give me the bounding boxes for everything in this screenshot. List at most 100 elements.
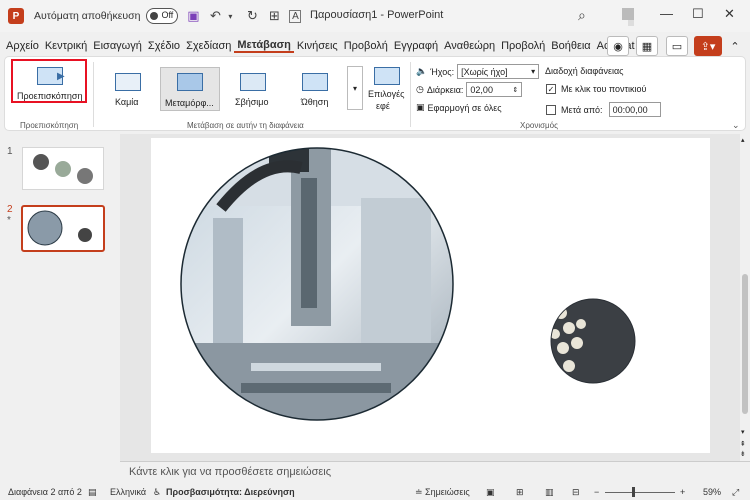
tab-file[interactable]: Αρχείο [3, 40, 42, 52]
gallery-more-button[interactable]: ▾ [347, 66, 363, 110]
tab-record[interactable]: Εγγραφή [391, 40, 441, 52]
record-icon[interactable]: ◉ [607, 36, 629, 56]
transition-morph-label: Μεταμόρφ... [165, 98, 214, 108]
tab-transitions[interactable]: Μετάβαση [234, 39, 294, 53]
duration-row: ◷ Διάρκεια: 02,00 ⇕ [416, 82, 523, 97]
tab-slideshow[interactable]: Προβολή [341, 40, 391, 52]
transition-fade-icon [240, 73, 266, 91]
account-avatar[interactable] [622, 8, 634, 20]
undo-icon[interactable]: ↶ [208, 8, 222, 24]
notes-pane[interactable]: Κάντε κλικ για να προσθέσετε σημειώσεις [120, 461, 750, 484]
apply-all-icon: ▣ [416, 102, 425, 112]
spellcheck-icon[interactable]: ▤ [88, 487, 97, 498]
after-label: Μετά από: [561, 104, 603, 115]
checkmark-icon: ✓ [546, 84, 556, 94]
tab-animations[interactable]: Κινήσεις [294, 40, 341, 52]
comments-icon[interactable]: ▭ [666, 36, 688, 56]
present-icon[interactable]: ⊞ [267, 8, 281, 24]
next-slide-icon[interactable]: ⇟ [740, 450, 746, 458]
minimize-button[interactable]: — [660, 6, 673, 21]
zoom-out-icon[interactable]: − [594, 487, 599, 497]
sound-icon: 🔈 [416, 66, 428, 76]
scroll-down-icon[interactable]: ▾ [741, 428, 745, 436]
accessibility-status[interactable]: Προσβασιμότητα: Διερεύνηση [166, 487, 295, 497]
scroll-up-icon[interactable]: ▴ [741, 136, 745, 144]
tab-help[interactable]: Βοήθεια [548, 40, 593, 52]
maximize-button[interactable]: ☐ [692, 6, 704, 22]
save-icon[interactable]: ▣ [186, 8, 200, 24]
group-label-timing: Χρονισμός [520, 121, 558, 130]
duration-input[interactable]: 02,00 ⇕ [466, 82, 523, 97]
after-checkbox-box [546, 104, 556, 115]
group-separator [410, 62, 411, 127]
zoom-level[interactable]: 59% [703, 487, 721, 497]
close-button[interactable]: ✕ [724, 6, 735, 22]
transition-fade-label: Σβήσιμο [235, 97, 269, 107]
fit-to-window-icon[interactable]: ⤢ [732, 487, 739, 498]
play-icon: ▶ [57, 71, 65, 82]
slide-thumbnail-1[interactable] [22, 147, 104, 190]
autosave-label: Αυτόματη αποθήκευση [34, 10, 141, 22]
apply-to-all-button[interactable]: ▣ Εφαρμογή σε όλες [416, 102, 502, 113]
slide-thumbnail-2[interactable] [21, 205, 105, 252]
zoom-slider[interactable] [605, 492, 675, 493]
chevron-down-icon: ▾ [531, 67, 536, 76]
transition-none-label: Καμία [115, 97, 139, 107]
zoom-in-icon[interactable]: + [680, 487, 685, 497]
sound-select[interactable]: [Χωρίς ήχο] ▾ [457, 64, 540, 79]
transition-push[interactable]: Ώθηση [285, 67, 345, 111]
notes-button[interactable]: Σημειώσεις [425, 487, 470, 497]
present-teams-icon[interactable]: ▦ [636, 36, 658, 56]
ribbon-collapse-icon[interactable]: ⌃ [726, 36, 744, 56]
slide-number-2: 2 [7, 204, 13, 215]
group-label-transitions: Μετάβαση σε αυτήν τη διαφάνεια [187, 121, 304, 130]
preview-button[interactable]: ▶ Προεπισκόπηση [11, 59, 87, 103]
normal-view-icon[interactable]: ▣ [486, 487, 495, 498]
tab-home[interactable]: Κεντρική [42, 40, 90, 52]
transition-push-icon [302, 73, 328, 91]
account-avatar-shadow [628, 20, 634, 26]
tab-draw[interactable]: Σχέδιο [145, 40, 183, 52]
tab-view[interactable]: Προβολή [498, 40, 548, 52]
transition-morph[interactable]: Μεταμόρφ... [160, 67, 220, 111]
undo-dropdown-icon[interactable]: ▾ [223, 12, 237, 21]
clock-icon: ◷ [416, 84, 424, 94]
autosave-toggle[interactable]: Off [146, 8, 179, 24]
tab-design[interactable]: Σχεδίαση [183, 40, 234, 52]
scrollbar-thumb[interactable] [742, 274, 748, 414]
slide-2-canvas[interactable] [151, 138, 710, 453]
advance-slide-title-text: Διαδοχή διαφάνειας [545, 66, 624, 76]
tab-review[interactable]: Αναθεώρη [441, 40, 498, 52]
spinner-icon[interactable]: ⇕ [513, 86, 519, 94]
transition-fade[interactable]: Σβήσιμο [223, 67, 283, 111]
slide-content [180, 147, 636, 421]
tab-insert[interactable]: Εισαγωγή [90, 40, 145, 52]
on-mouse-click-checkbox[interactable]: ✓ Με κλικ του ποντικιού [546, 84, 646, 94]
transition-none[interactable]: Καμία [98, 67, 158, 111]
accessibility-icon[interactable]: ♿ [153, 487, 161, 498]
slide-sorter-icon[interactable]: ⊞ [516, 487, 524, 498]
after-checkbox[interactable]: Μετά από: 00:00,00 [546, 102, 661, 117]
apply-all-label: Εφαρμογή σε όλες [427, 102, 502, 113]
notes-icon[interactable]: ≐ [415, 487, 423, 498]
sound-select-value: [Χωρίς ήχο] [461, 66, 508, 77]
share-button[interactable]: ⇪▾ [694, 36, 722, 56]
previous-slide-icon[interactable]: ⇞ [740, 440, 746, 448]
reading-view-icon[interactable]: ▥ [545, 487, 554, 498]
search-icon[interactable]: ⌕ [578, 7, 586, 24]
effect-options-label: Επιλογές [368, 89, 405, 99]
language-status[interactable]: Ελληνικά [110, 487, 146, 497]
redo-icon[interactable]: ↻ [245, 8, 259, 24]
transition-push-label: Ώθηση [301, 97, 329, 107]
slide-transition-star-icon: * [7, 215, 11, 226]
collapse-ribbon-icon[interactable]: ⌄ [732, 120, 740, 131]
effect-options-button[interactable]: Επιλογές εφέ [367, 65, 407, 121]
vertical-scrollbar[interactable]: ▴ ▾ ⇞ ⇟ [740, 134, 750, 461]
slide-thumbnail-pane: 1 2 * [0, 134, 118, 485]
zoom-slider-knob[interactable] [632, 487, 635, 497]
slideshow-icon[interactable]: ⊟ [572, 487, 580, 498]
after-time-input[interactable]: 00:00,00 [608, 102, 661, 117]
autosave-state: Off [161, 10, 174, 20]
group-label-preview: Προεπισκόπηση [20, 121, 79, 130]
text-box-icon[interactable]: A [289, 9, 302, 23]
